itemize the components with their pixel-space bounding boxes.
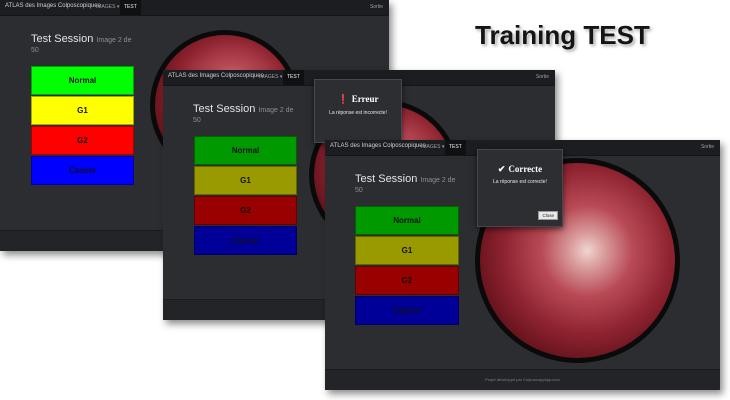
nav-test[interactable]: TEST (283, 70, 304, 85)
choice-normal-button[interactable]: Normal (31, 66, 134, 95)
info-icon: ❗ (337, 94, 349, 104)
session-title: Test Session (31, 33, 94, 45)
footer-bar: Projet développé par ColposcopyApp.com (325, 369, 720, 390)
dialog-title: Erreur (351, 94, 379, 104)
nav-sortie[interactable]: Sortie (701, 140, 714, 155)
session-subtitle-line2: 50 (193, 117, 201, 124)
session-subtitle: Image 2 de (258, 107, 294, 114)
session-subtitle: Image 2 de (96, 37, 132, 44)
dialog-title-row: ❗ Erreur (315, 94, 401, 105)
session-title: Test Session (193, 103, 256, 115)
choice-normal-button[interactable]: Normal (194, 136, 297, 165)
nav-sortie[interactable]: Sortie (536, 70, 549, 85)
session-heading: Test Session Image 2 de (355, 173, 455, 187)
dialog-title: Correcte (508, 164, 543, 174)
choice-g2-button[interactable]: G2 (355, 266, 459, 295)
session-subtitle: Image 2 de (420, 177, 456, 184)
choice-g1-button[interactable]: G1 (31, 96, 134, 125)
nav-images-dropdown[interactable]: IMAGES ▾ (417, 140, 448, 155)
dialog-title-row: ✔ Correcte (478, 164, 562, 175)
headline: Training TEST (475, 20, 650, 50)
dialog-message: La réponse est correcte! (493, 179, 547, 185)
session-subtitle-line2: 50 (31, 47, 39, 54)
choice-normal-button[interactable]: Normal (355, 206, 459, 235)
session-title: Test Session (355, 173, 418, 185)
choice-g2-button[interactable]: G2 (194, 196, 297, 225)
success-dialog: ✔ Correcte La réponse est correcte! Close (477, 149, 563, 227)
nav-sortie[interactable]: Sortie (370, 0, 383, 15)
nav-images-dropdown[interactable]: IMAGES ▾ (255, 70, 286, 85)
brand-title[interactable]: ATLAS des Images Colposcopiques (5, 3, 101, 9)
close-button[interactable]: Close (538, 211, 558, 220)
error-dialog: ❗ Erreur La réponse est incorrecte! (314, 79, 402, 143)
screenshot-3: ATLAS des Images Colposcopiques IMAGES ▾… (325, 140, 720, 390)
choice-g1-button[interactable]: G1 (355, 236, 459, 265)
choice-g1-button[interactable]: G1 (194, 166, 297, 195)
brand-title[interactable]: ATLAS des Images Colposcopiques (330, 143, 426, 149)
nav-test[interactable]: TEST (120, 0, 141, 15)
nav-test[interactable]: TEST (445, 140, 466, 155)
choice-cancer-button[interactable]: Cancer (355, 296, 459, 325)
session-subtitle-line2: 50 (355, 187, 363, 194)
session-heading: Test Session Image 2 de (31, 33, 131, 47)
dialog-message: La réponse est incorrecte! (329, 110, 387, 116)
choice-cancer-button[interactable]: Cancer (31, 156, 134, 185)
session-heading: Test Session Image 2 de (193, 103, 293, 117)
brand-title[interactable]: ATLAS des Images Colposcopiques (168, 73, 264, 79)
checkmark-icon: ✔ (497, 164, 506, 174)
footer-credit[interactable]: Projet développé par ColposcopyApp.com (325, 377, 720, 382)
choice-g2-button[interactable]: G2 (31, 126, 134, 155)
navbar: ATLAS des Images Colposcopiques IMAGES ▾… (0, 0, 389, 16)
choice-cancer-button[interactable]: Cancer (194, 226, 297, 255)
nav-images-dropdown[interactable]: IMAGES ▾ (92, 0, 123, 15)
